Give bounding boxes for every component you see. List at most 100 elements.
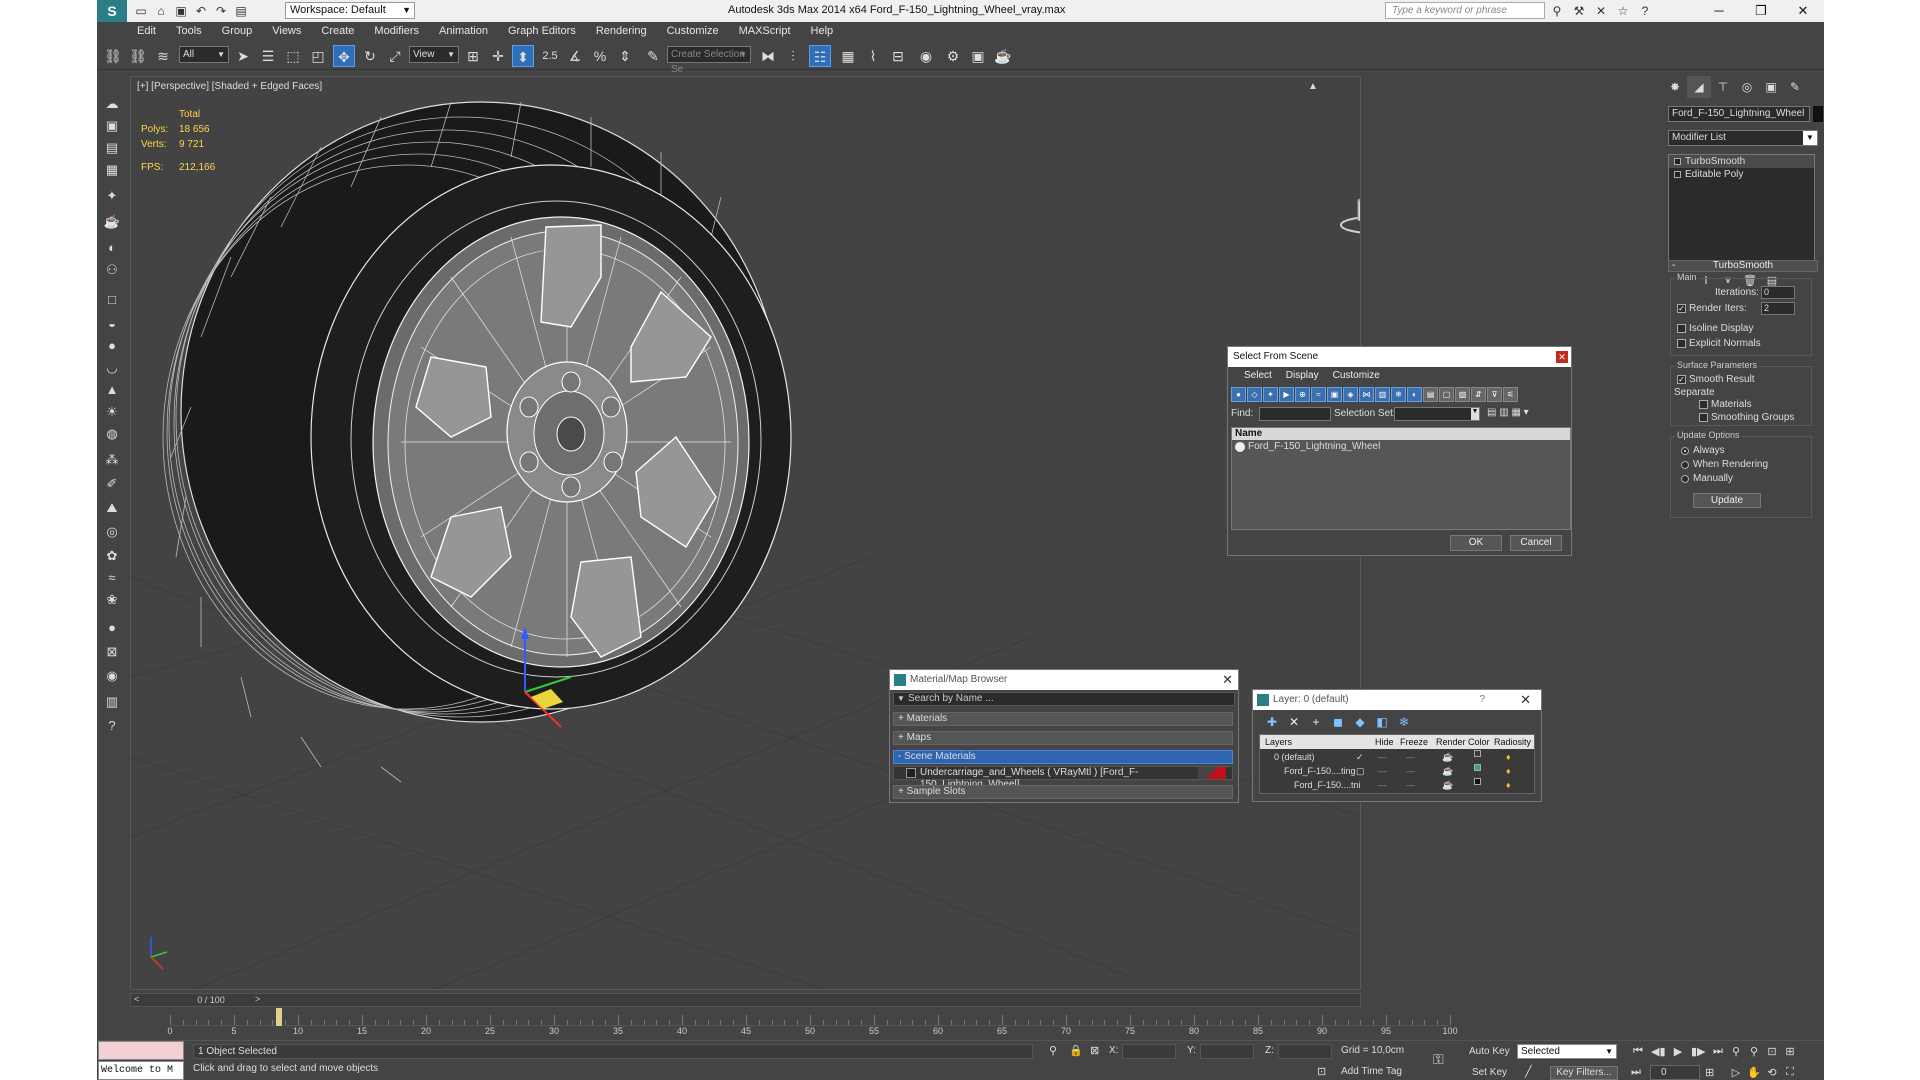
column-layers[interactable]: Layers	[1265, 735, 1292, 749]
perspective-viewport[interactable]: [+] [Perspective] [Shaded + Edged Faces]…	[130, 76, 1361, 990]
track-bar[interactable]: 0 5 10 15 20 25 30 35 40 45 50 55 60 65 70 75 80 85 90 95 10…	[130, 1008, 1463, 1038]
radiosity-bulb-icon[interactable]: ♦	[1506, 750, 1511, 764]
window-crossing-icon[interactable]: ◰	[307, 45, 329, 67]
next-key-icon[interactable]: ▮▶	[1691, 1045, 1706, 1058]
align-icon[interactable]: ⫶	[782, 45, 804, 67]
key-selection-dropdown[interactable]: Selected ▼	[1517, 1044, 1617, 1059]
ball-icon[interactable]: ●	[102, 618, 122, 638]
menu-edit[interactable]: Edit	[127, 22, 166, 40]
update-button[interactable]: Update	[1693, 493, 1761, 508]
menu-animation[interactable]: Animation	[429, 22, 498, 40]
display-groups-icon[interactable]: ▣	[1327, 387, 1342, 402]
menu-customize[interactable]: Customize	[1333, 368, 1380, 384]
menu-views[interactable]: Views	[262, 22, 311, 40]
time-configuration-icon[interactable]: ⊞	[1705, 1066, 1714, 1079]
angle-snap-icon[interactable]: ∡	[564, 45, 586, 67]
selection-set-tools-icon[interactable]: ▤ ▥ ▦ ▾	[1487, 407, 1529, 418]
add-selection-icon[interactable]: ▢	[1356, 764, 1365, 778]
zoom-extents-icon[interactable]: ⊡	[1765, 1045, 1779, 1058]
display-frozen-icon[interactable]: ❄	[1391, 387, 1406, 402]
explicit-normals-checkbox[interactable]	[1677, 339, 1686, 348]
lock-icon[interactable]: 🔒	[1069, 1044, 1083, 1057]
schematic-view-icon[interactable]: ⊟	[887, 45, 909, 67]
wheel-wireframe-model[interactable]	[131, 77, 1361, 990]
menu-customize[interactable]: Customize	[657, 22, 729, 40]
hide-toggle[interactable]: —	[1378, 750, 1387, 764]
menu-select[interactable]: Select	[1244, 368, 1272, 384]
key-mode-icon[interactable]: ╱	[1525, 1065, 1532, 1078]
cloth-icon[interactable]: ❀	[102, 590, 122, 610]
create-geometry-icon[interactable]: ☁	[102, 94, 122, 114]
zoom-all-icon[interactable]: ⚲	[1747, 1045, 1761, 1058]
close-icon[interactable]: ✕	[1222, 670, 1233, 690]
layer-color-swatch[interactable]	[1474, 778, 1481, 785]
particles-icon[interactable]: ⁂	[102, 450, 122, 470]
absolute-mode-icon[interactable]: ⊠	[1090, 1044, 1099, 1057]
selection-set-dropdown[interactable]: ▼	[1394, 407, 1480, 421]
paint-icon[interactable]: ⚇	[102, 260, 122, 280]
app-logo-icon[interactable]: S	[97, 0, 127, 22]
dialog-title-bar[interactable]: Layer: 0 (default)? ✕	[1253, 690, 1541, 710]
graphite-ribbon-icon[interactable]: ▦	[837, 45, 859, 67]
display-cameras-icon[interactable]: ▶	[1279, 387, 1294, 402]
help-icon[interactable]: ?	[1637, 3, 1653, 19]
pan-icon[interactable]: ✋	[1747, 1066, 1761, 1079]
freeze-all-layers-icon[interactable]: ❄	[1397, 715, 1411, 729]
help-icon[interactable]: ?	[1479, 690, 1485, 710]
hemisphere-icon[interactable]: ◒	[102, 314, 122, 334]
materials-group[interactable]: + Materials	[893, 712, 1233, 726]
edit-named-selection-icon[interactable]: ✎	[642, 45, 664, 67]
delete-layer-icon[interactable]: ✕	[1287, 715, 1301, 729]
ok-button[interactable]: OK	[1450, 535, 1502, 551]
maxscript-listener-top[interactable]	[98, 1041, 184, 1060]
snap-toggle-icon[interactable]: 2.5	[539, 45, 561, 67]
stack-item-editable-poly[interactable]: Editable Poly	[1669, 168, 1814, 181]
layer-row[interactable]: Ford_F-150....ting ▢ — — ☕ ♦	[1260, 764, 1534, 778]
auto-key-button[interactable]: Auto Key	[1469, 1046, 1510, 1057]
teapot-icon[interactable]: ☕	[102, 212, 122, 232]
tools-icon[interactable]: ⚒	[1571, 3, 1587, 19]
column-hide[interactable]: Hide	[1375, 735, 1394, 749]
display-geometry-icon[interactable]: ●	[1231, 387, 1246, 402]
utilities-tab-icon[interactable]: ✎	[1783, 76, 1807, 98]
layer-row[interactable]: 0 (default) ✓ — — ☕ ♦	[1260, 750, 1534, 764]
current-frame-marker[interactable]	[276, 1008, 282, 1026]
menu-display[interactable]: Display	[1286, 368, 1319, 384]
layer-row[interactable]: Ford_F-150....tni — — ☕ ♦	[1260, 778, 1534, 792]
object-color-swatch[interactable]	[1813, 106, 1823, 122]
modify-tab-icon[interactable]: ◢	[1687, 76, 1711, 98]
box-icon[interactable]: □	[102, 290, 122, 310]
keyboard-shortcut-override-icon[interactable]: ⬍	[512, 45, 534, 67]
redo-icon[interactable]: ↷	[213, 3, 229, 19]
teapot-icon[interactable]: ☕	[1442, 778, 1453, 792]
select-and-move-icon[interactable]: ✥	[333, 45, 355, 67]
table-icon[interactable]: ▦	[102, 160, 122, 180]
radiosity-bulb-icon[interactable]: ♦	[1506, 764, 1511, 778]
zoom-extents-all-icon[interactable]: ⊞	[1783, 1045, 1797, 1058]
hide-toggle[interactable]: —	[1378, 778, 1387, 792]
unlink-icon[interactable]: ⛓	[127, 45, 149, 67]
speaker-icon[interactable]: ◐	[102, 238, 122, 258]
current-frame-input[interactable]: 0	[1650, 1065, 1700, 1080]
render-setup-icon[interactable]: ⚙	[942, 45, 964, 67]
help-search-input[interactable]: Type a keyword or phrase	[1385, 2, 1545, 19]
minimize-icon[interactable]: ─	[1698, 0, 1740, 22]
stack-item-turbosmooth[interactable]: TurboSmooth	[1669, 155, 1814, 168]
maximize-viewport-icon[interactable]: ⛶	[1783, 1066, 1797, 1079]
display-xrefs-icon[interactable]: ◈	[1343, 387, 1358, 402]
menu-tools[interactable]: Tools	[166, 22, 212, 40]
sphere-icon[interactable]: ●	[102, 336, 122, 356]
viewcube[interactable]	[1338, 185, 1361, 235]
object-name-field[interactable]: Ford_F-150_Lightning_Wheel	[1668, 106, 1810, 122]
z-coord-input[interactable]	[1278, 1044, 1332, 1059]
create-tab-icon[interactable]: ✸	[1663, 76, 1687, 98]
layer-color-swatch[interactable]	[1474, 764, 1481, 771]
key-icon[interactable]: ⚿	[1433, 1051, 1444, 1068]
add-to-layer-icon[interactable]: +	[1309, 715, 1323, 729]
display-bones-icon[interactable]: ⋈	[1359, 387, 1374, 402]
set-key-button[interactable]: Set Key	[1472, 1067, 1507, 1078]
globe-icon[interactable]: ◎	[102, 522, 122, 542]
freeze-toggle[interactable]: —	[1406, 764, 1415, 778]
display-none-icon[interactable]: ▢	[1439, 387, 1454, 402]
display-shapes-icon[interactable]: ◇	[1247, 387, 1262, 402]
